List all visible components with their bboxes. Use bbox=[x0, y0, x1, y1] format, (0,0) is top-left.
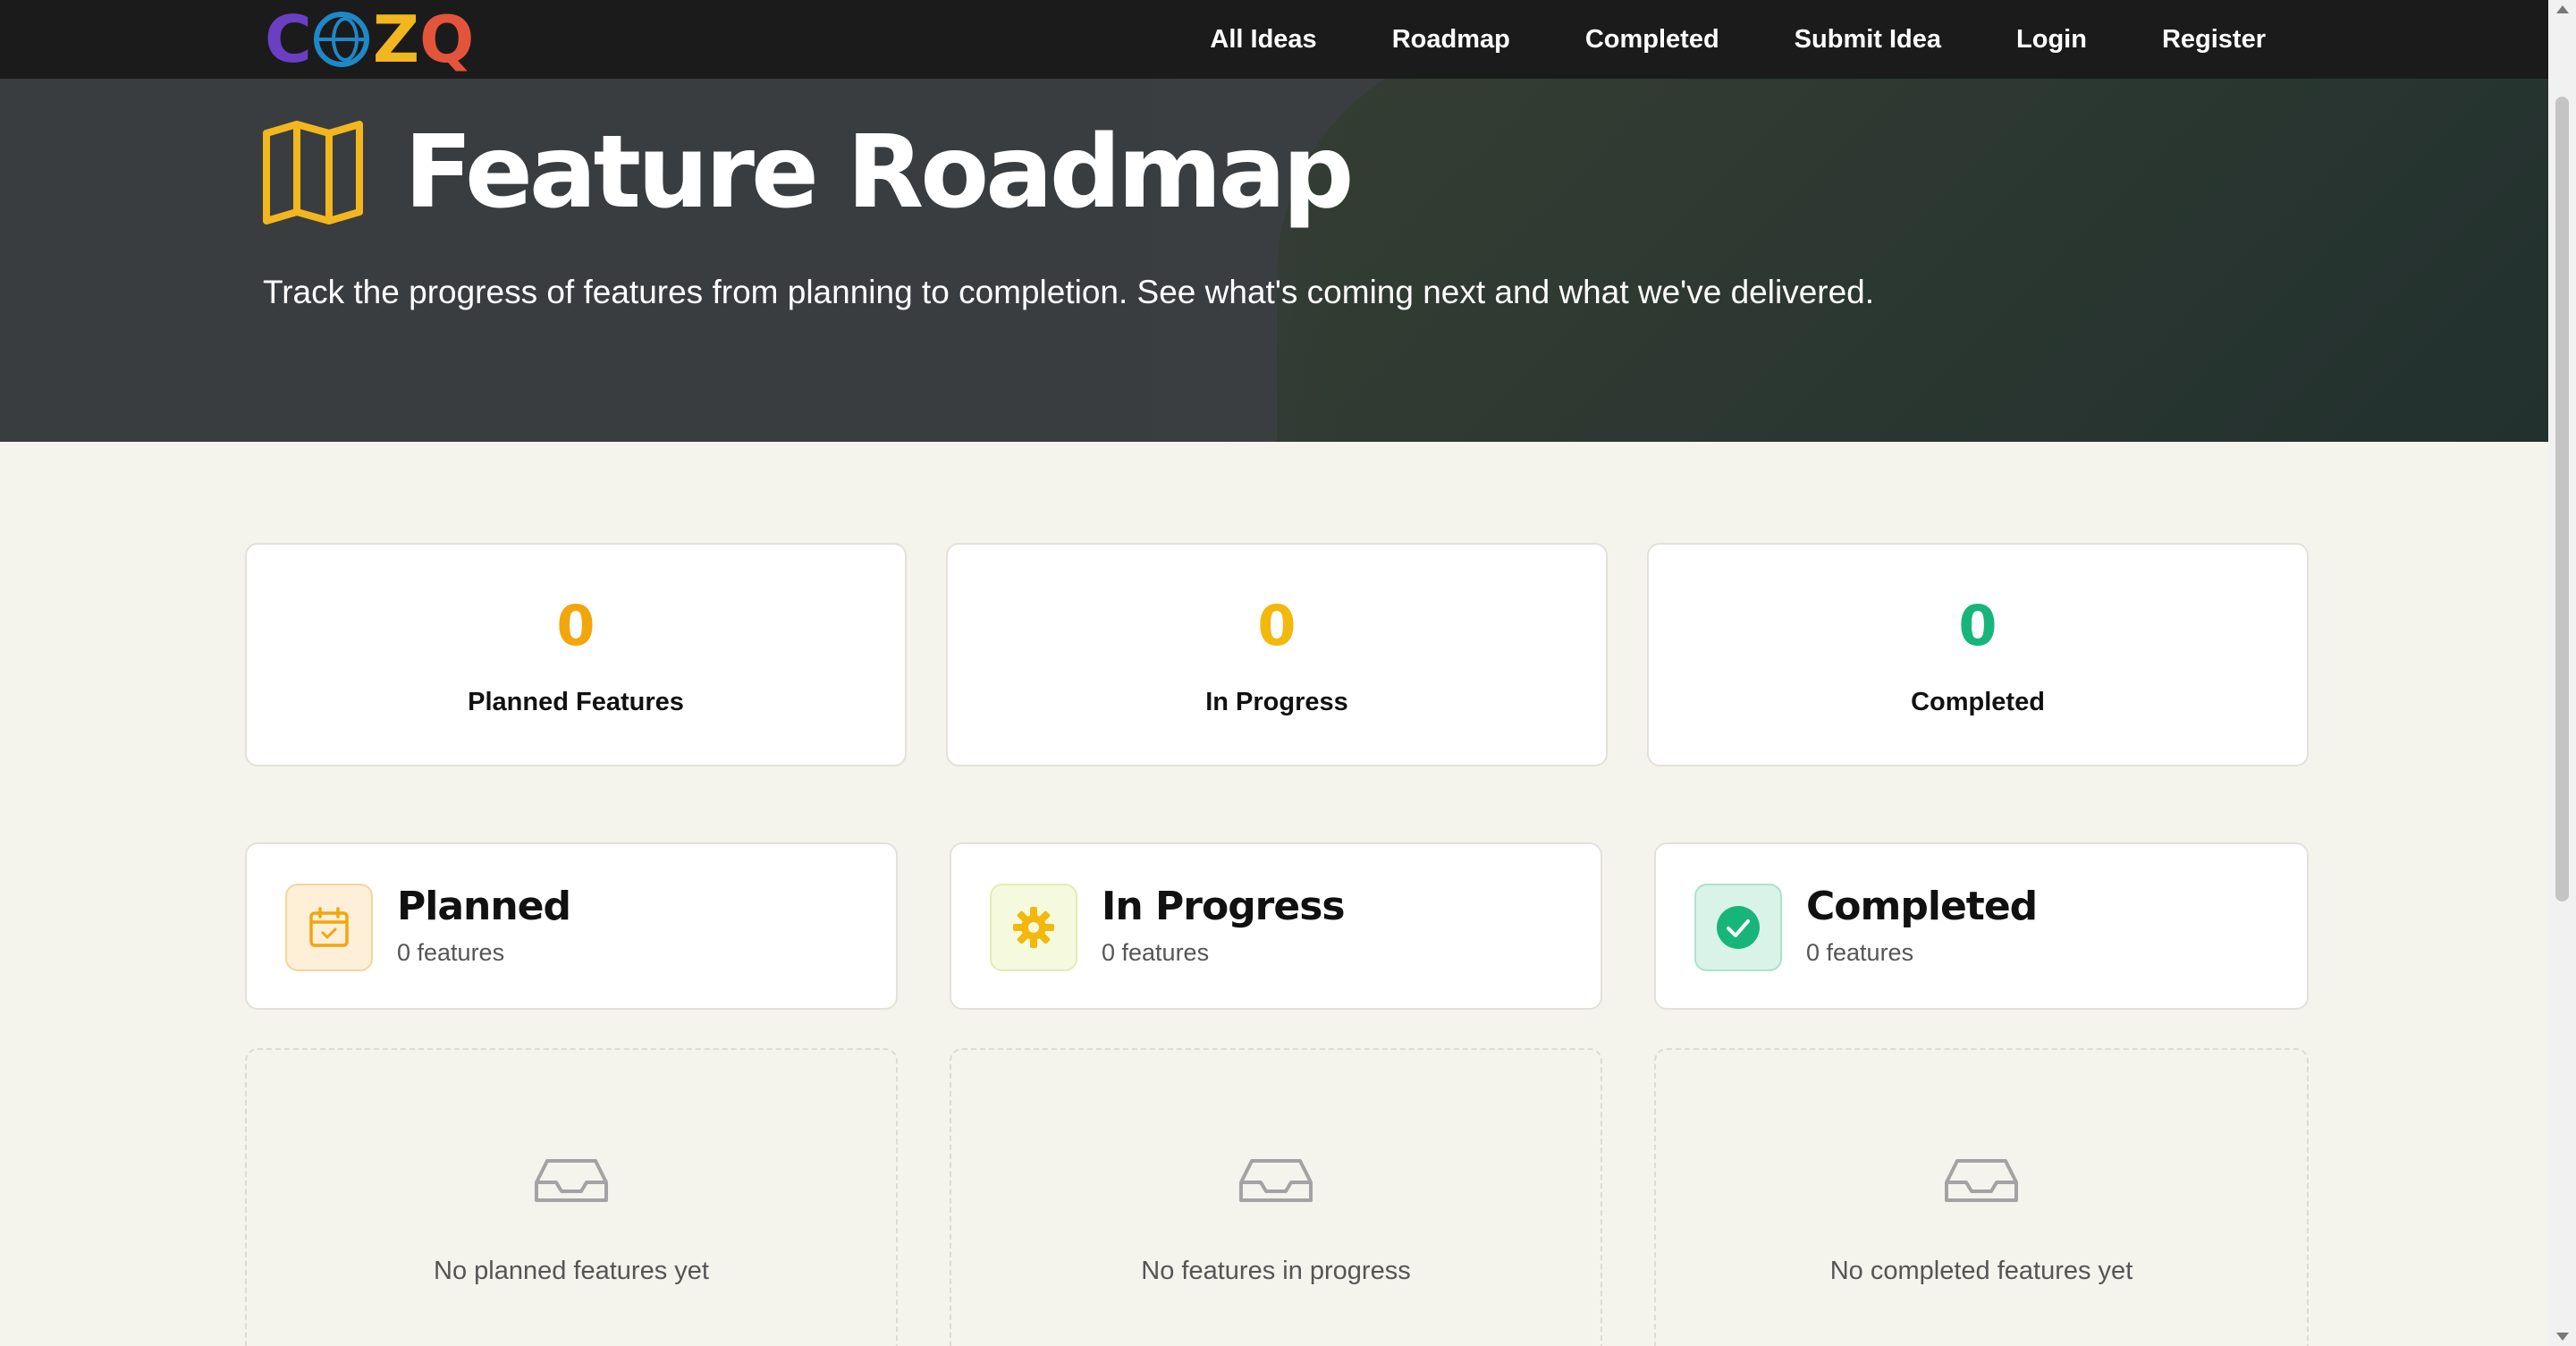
hero-banner: Feature Roadmap Track the progress of fe… bbox=[0, 79, 2548, 442]
logo-letter-q: Q bbox=[419, 2, 474, 77]
map-icon bbox=[263, 121, 363, 224]
page-scrollbar[interactable] bbox=[2548, 0, 2576, 1346]
top-nav: C Z Q All Ideas Roadmap Completed Submit… bbox=[0, 0, 2548, 79]
scroll-down-icon[interactable] bbox=[2556, 1333, 2569, 1341]
stat-card-completed: 0 Completed bbox=[1647, 543, 2309, 766]
page-title: Feature Roadmap bbox=[404, 114, 1354, 231]
nav-links: All Ideas Roadmap Completed Submit Idea … bbox=[1210, 0, 2266, 79]
stat-card-planned: 0 Planned Features bbox=[245, 543, 907, 766]
empty-state-in-progress: No features in progress bbox=[950, 1048, 1602, 1346]
empty-state-completed: No completed features yet bbox=[1654, 1048, 2309, 1346]
scrollbar-thumb[interactable] bbox=[2555, 97, 2569, 902]
empty-message: No completed features yet bbox=[1829, 1257, 2133, 1285]
inbox-icon bbox=[1945, 1159, 2018, 1202]
inbox-icon bbox=[1239, 1159, 1313, 1202]
nav-login[interactable]: Login bbox=[2016, 25, 2087, 55]
check-circle-icon bbox=[1694, 884, 1782, 971]
column-header-planned: Planned 0 features bbox=[245, 842, 898, 1010]
stat-card-in-progress: 0 In Progress bbox=[946, 543, 1608, 766]
column-title: In Progress bbox=[1102, 884, 1346, 929]
hero-decoration bbox=[1277, 79, 2548, 442]
logo-letter-z: Z bbox=[372, 2, 419, 77]
logo-letter-c: C bbox=[265, 2, 312, 77]
column-header-completed: Completed 0 features bbox=[1654, 842, 2309, 1010]
column-count: 0 features bbox=[397, 939, 505, 966]
stat-label: Completed bbox=[1911, 688, 2045, 716]
nav-roadmap[interactable]: Roadmap bbox=[1392, 25, 1510, 55]
page-subtitle: Track the progress of features from plan… bbox=[263, 274, 1875, 310]
column-count: 0 features bbox=[1102, 939, 1210, 966]
stat-label: In Progress bbox=[1205, 688, 1348, 716]
nav-completed[interactable]: Completed bbox=[1585, 25, 1719, 55]
stat-value: 0 bbox=[1257, 593, 1296, 658]
empty-message: No features in progress bbox=[1141, 1257, 1411, 1285]
column-title: Planned bbox=[397, 884, 571, 929]
nav-register[interactable]: Register bbox=[2162, 25, 2266, 55]
column-header-in-progress: In Progress 0 features bbox=[950, 842, 1602, 1010]
hero-title-row: Feature Roadmap bbox=[261, 114, 1354, 231]
stat-value: 0 bbox=[556, 593, 595, 658]
calendar-icon bbox=[285, 884, 373, 971]
globe-icon bbox=[313, 12, 369, 67]
scroll-up-icon[interactable] bbox=[2556, 5, 2569, 13]
empty-message: No planned features yet bbox=[434, 1257, 709, 1285]
column-count: 0 features bbox=[1806, 939, 1914, 966]
nav-all-ideas[interactable]: All Ideas bbox=[1210, 25, 1316, 55]
stat-label: Planned Features bbox=[468, 688, 684, 716]
logo[interactable]: C Z Q bbox=[265, 2, 474, 77]
gear-icon bbox=[990, 884, 1077, 971]
inbox-icon bbox=[535, 1159, 608, 1202]
stat-value: 0 bbox=[1958, 593, 1997, 658]
column-title: Completed bbox=[1806, 884, 2038, 929]
empty-state-planned: No planned features yet bbox=[245, 1048, 898, 1346]
nav-submit-idea[interactable]: Submit Idea bbox=[1795, 25, 1941, 55]
